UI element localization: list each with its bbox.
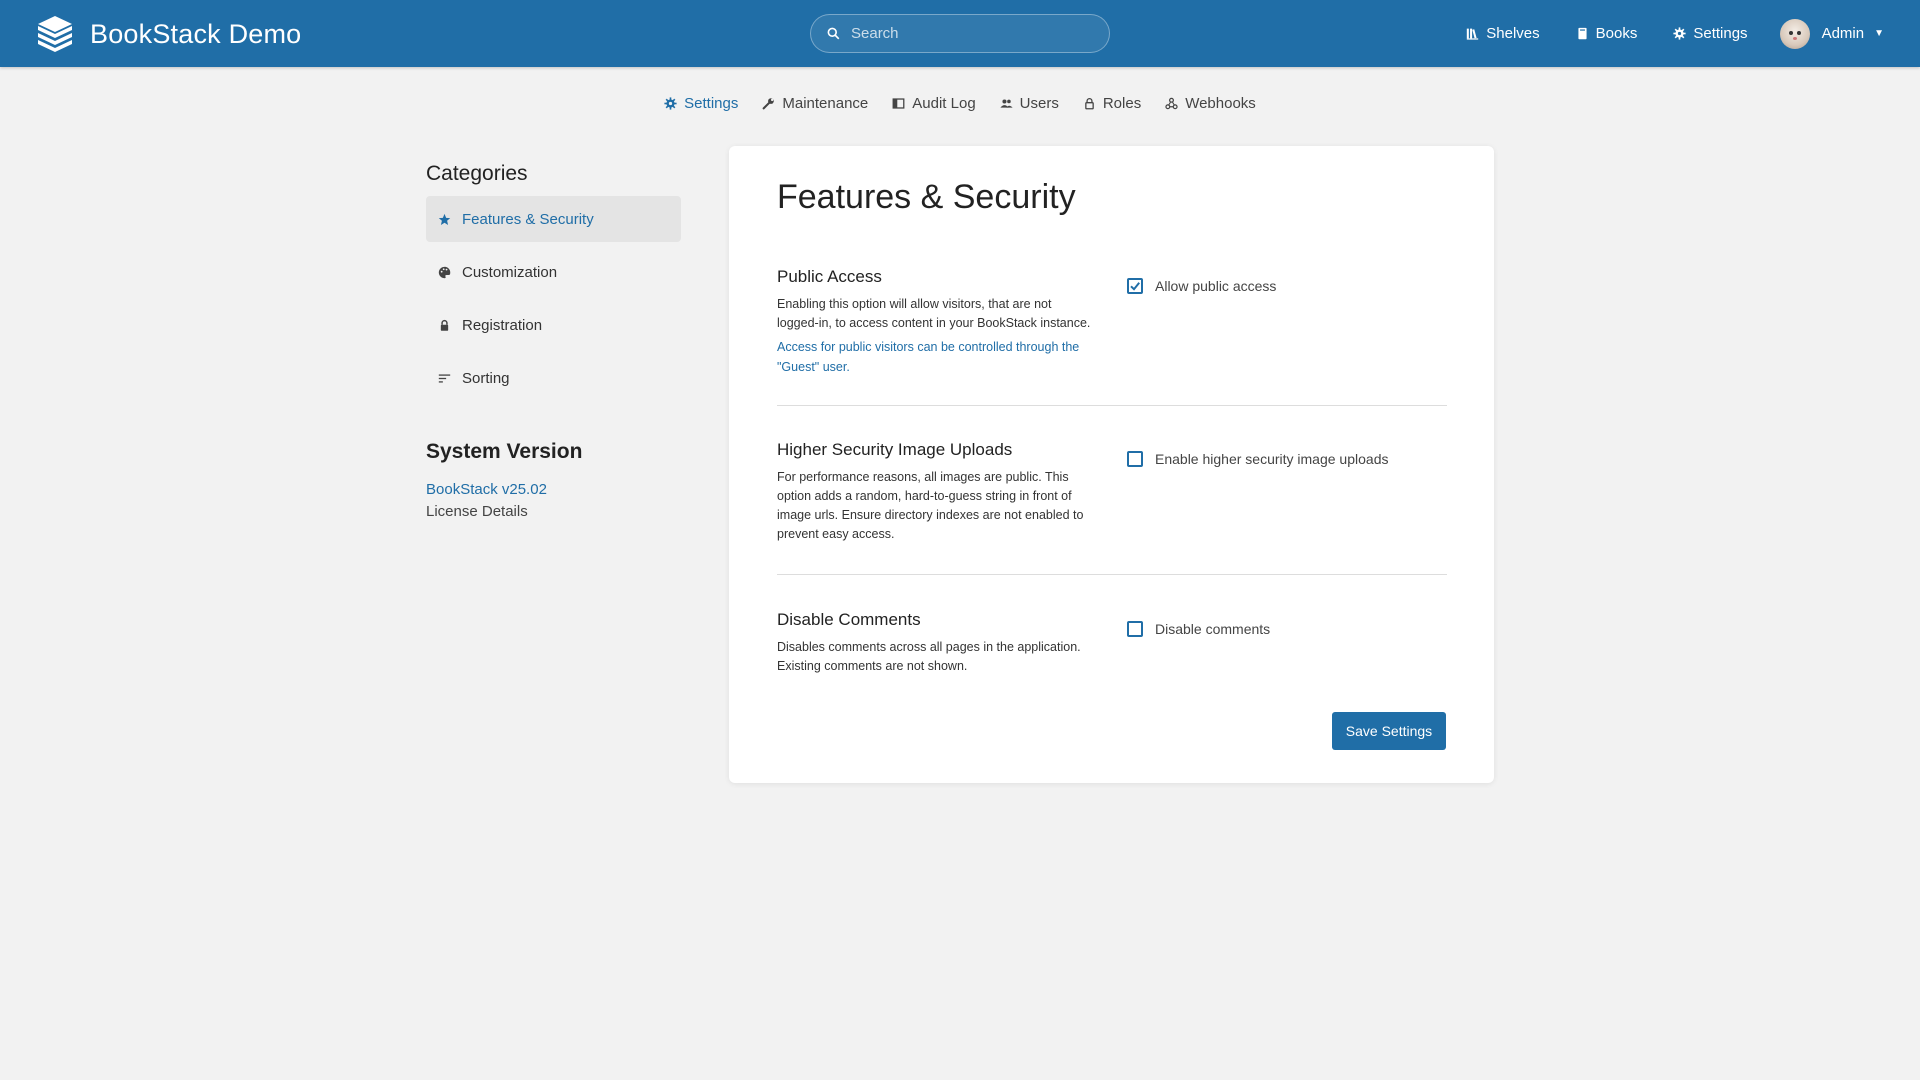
tab-maintenance-label: Maintenance — [782, 95, 869, 112]
version-link[interactable]: BookStack v25.02 — [426, 481, 681, 498]
tab-roles-label: Roles — [1102, 95, 1142, 112]
sidebar-item-label: Sorting — [462, 369, 510, 387]
nav-shelves-label: Shelves — [1486, 25, 1540, 42]
tab-settings-label: Settings — [684, 95, 739, 112]
checkbox-unchecked[interactable] — [1127, 451, 1143, 467]
setting-public-access: Public Access Enabling this option will … — [777, 267, 1447, 377]
app-title: BookStack Demo — [90, 18, 302, 49]
tab-settings[interactable]: Settings — [652, 95, 750, 112]
sidebar-item-customization[interactable]: Customization — [426, 249, 681, 295]
tab-webhooks-label: Webhooks — [1185, 95, 1256, 112]
nav-books-label: Books — [1595, 25, 1638, 42]
license-details-link[interactable]: License Details — [426, 503, 681, 520]
nav-shelves-link[interactable]: Shelves — [1466, 25, 1540, 42]
gear-icon — [664, 97, 677, 110]
nav-settings-label: Settings — [1693, 25, 1748, 42]
top-nav: Shelves Books Settings Admin ▼ — [1430, 0, 1884, 67]
caret-down-icon: ▼ — [1874, 28, 1884, 39]
palette-icon — [438, 266, 451, 278]
sidebar-item-label: Features & Security — [462, 210, 594, 228]
tab-audit-log[interactable]: Audit Log — [880, 95, 987, 112]
checkbox-unchecked[interactable] — [1127, 621, 1143, 637]
setting-higher-security-uploads: Higher Security Image Uploads For perfor… — [777, 440, 1447, 544]
tab-audit-log-label: Audit Log — [912, 95, 976, 112]
checkbox-label: Disable comments — [1155, 621, 1271, 637]
sidebar-item-label: Customization — [462, 263, 558, 281]
user-menu-toggle[interactable]: Admin ▼ — [1779, 18, 1884, 49]
tab-roles[interactable]: Roles — [1071, 95, 1153, 112]
book-icon — [1578, 27, 1587, 40]
settings-nav: Settings Maintenance Audit Log Users Rol… — [0, 95, 1920, 112]
setting-description: Disables comments across all pages in th… — [777, 640, 1081, 673]
system-version-heading: System Version — [426, 440, 583, 463]
sidebar-item-sorting[interactable]: Sorting — [426, 355, 681, 401]
gear-icon — [1673, 27, 1686, 40]
home-logo-link[interactable]: BookStack Demo — [34, 14, 301, 54]
nav-books-link[interactable]: Books — [1576, 25, 1638, 42]
save-settings-button[interactable]: Save Settings — [1332, 712, 1446, 750]
avatar — [1779, 18, 1810, 49]
search-box[interactable] — [810, 14, 1110, 53]
checkbox-checked[interactable] — [1127, 278, 1143, 294]
guest-user-link[interactable]: Access for public visitors can be contro… — [777, 337, 1092, 377]
top-header: BookStack Demo Shelves Books — [0, 0, 1920, 67]
settings-card: Features & Security Public Access Enabli… — [729, 146, 1494, 783]
user-name: Admin — [1821, 25, 1865, 42]
setting-description: For performance reasons, all images are … — [777, 470, 1084, 541]
lock-icon — [1085, 97, 1094, 110]
tab-maintenance[interactable]: Maintenance — [750, 95, 880, 112]
tab-users[interactable]: Users — [988, 95, 1071, 112]
categories-heading: Categories — [426, 162, 528, 185]
checkmark-icon — [1130, 282, 1140, 291]
bookshelf-icon — [1467, 28, 1479, 40]
categories-sidebar: Categories Features & Security Customiza… — [426, 162, 681, 520]
star-icon — [438, 213, 451, 225]
divider — [777, 405, 1447, 406]
setting-disable-comments: Disable Comments Disables comments acros… — [777, 610, 1447, 676]
wrench-icon — [762, 98, 775, 110]
sidebar-item-label: Registration — [462, 316, 543, 334]
sidebar-item-features-security[interactable]: Features & Security — [426, 196, 681, 242]
books-stack-logo-icon — [38, 16, 72, 52]
sort-icon — [438, 373, 451, 383]
search-icon — [827, 27, 840, 40]
divider — [777, 574, 1447, 575]
page-title: Features & Security — [777, 178, 1076, 216]
tab-webhooks[interactable]: Webhooks — [1153, 95, 1268, 112]
higher-security-uploads-checkbox[interactable]: Enable higher security image uploads — [1127, 451, 1388, 467]
setting-label: Public Access — [777, 267, 882, 286]
webhooks-icon — [1165, 97, 1178, 110]
lock-icon — [440, 319, 449, 331]
checkbox-label: Allow public access — [1155, 278, 1277, 294]
nav-settings-link[interactable]: Settings — [1673, 25, 1748, 42]
sidebar-item-registration[interactable]: Registration — [426, 302, 681, 348]
audit-log-icon — [892, 98, 905, 109]
allow-public-access-checkbox[interactable]: Allow public access — [1127, 278, 1276, 294]
setting-description: Enabling this option will allow visitors… — [777, 297, 1091, 330]
setting-label: Disable Comments — [777, 610, 921, 629]
users-icon — [1000, 99, 1013, 108]
checkbox-label: Enable higher security image uploads — [1155, 451, 1389, 467]
tab-users-label: Users — [1019, 95, 1059, 112]
disable-comments-checkbox[interactable]: Disable comments — [1127, 621, 1270, 637]
search-input[interactable] — [851, 25, 1091, 42]
